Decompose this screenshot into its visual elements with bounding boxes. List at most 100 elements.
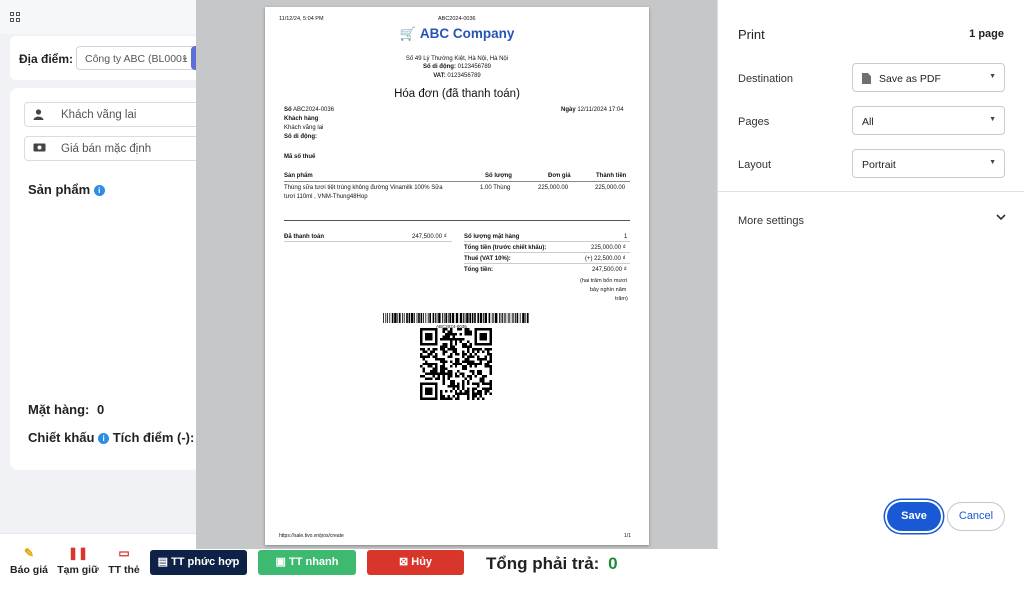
complex-pay-button[interactable]: ▤ TT phức hợp [150, 550, 247, 575]
quote-label: Báo giá [10, 564, 48, 576]
vat-value: 0123456789 [447, 73, 481, 79]
invoice-barcode [383, 313, 529, 323]
pages-label: Pages [738, 116, 770, 128]
item-name-line1: Thùng sữa tươi tiệt trùng không đường Vi… [284, 185, 443, 191]
money-icon [33, 143, 46, 155]
complex-pay-label: TT phức hợp [171, 556, 240, 568]
location-card: Địa điểm: Công ty ABC (BL0001 ⌄ [10, 36, 200, 80]
chevron-down-icon[interactable] [996, 212, 1006, 224]
products-label: Sản phẩm [28, 182, 91, 197]
customer-field[interactable]: Khách vãng lai [24, 102, 200, 127]
shopping-cart-icon: 🛒 [399, 26, 416, 41]
paid-rule [284, 241, 452, 242]
cancel-order-button[interactable]: ⊠ Hủy [367, 550, 464, 575]
grid-menu-icon[interactable] [10, 12, 22, 24]
summary-total-label: Tổng tiền: [464, 267, 493, 273]
summary-count-value: 1 [624, 234, 628, 240]
company-name: ABC Company [419, 26, 515, 41]
quick-pay-button[interactable]: ▣ TT nhanh [258, 550, 356, 575]
cancel-button[interactable]: Cancel [947, 502, 1005, 531]
save-button[interactable]: Save [887, 502, 941, 531]
invoice-title: Hóa đơn (đã thanh toán) [394, 88, 520, 100]
col-header-price: Đơn giá [548, 173, 571, 179]
card-pay-button[interactable]: ▭ TT thẻ [106, 546, 142, 576]
discount-summary: Chiết khấu i Tích điểm (-): [28, 430, 194, 445]
tax-code-label: Mã số thuế [284, 154, 316, 160]
layout-label: Layout [738, 159, 772, 171]
info-icon[interactable]: i [93, 185, 105, 196]
summary-rule-2 [464, 252, 630, 253]
paid-value: 247,500.00 ₫ [412, 234, 447, 240]
phone-value: 0123456789 [457, 64, 492, 70]
print-preview-area[interactable]: 11/12/24, 5:04 PM ABC2024-0036 🛒 ABC Comp… [196, 0, 717, 549]
document-icon [862, 73, 871, 84]
item-name-line2: tươi 110ml , VNM-Thung48Hop [284, 194, 368, 200]
discount-label: Chiết khấu [28, 430, 95, 445]
customer-placeholder: Khách vãng lai [61, 109, 137, 121]
location-label: Địa điểm: [19, 52, 74, 66]
caret-down-icon: ▼ [989, 159, 996, 166]
customer-name: Khách vãng lai [284, 125, 324, 131]
footer-url: https://sale.tivo.vn/pos/create [279, 533, 344, 539]
items-summary: Mặt hàng: 0 [28, 402, 104, 417]
items-count: 0 [97, 402, 105, 417]
total-due-value: 0 [608, 554, 618, 573]
hold-label: Tạm giữ [57, 564, 99, 576]
invoice-date-label: Ngày [561, 107, 576, 113]
products-heading: Sản phẩm i [28, 182, 105, 197]
chevron-down-icon: ⌄ [180, 52, 189, 63]
cash-icon: ▣ [275, 556, 286, 568]
footer-page: 1/1 [624, 533, 631, 539]
col-header-qty: Số lượng [485, 173, 512, 179]
summary-count-label: Số lượng mặt hàng [464, 234, 520, 240]
item-price: 225,000.00 [538, 185, 569, 191]
summary-rule-1 [464, 241, 630, 242]
print-title: Print [738, 27, 765, 42]
summary-subtotal-label: Tổng tiền (trước chiết khấu): [464, 245, 547, 251]
page-count: 1 page [969, 28, 1004, 40]
location-select[interactable]: Công ty ABC (BL0001 ⌄ [76, 46, 196, 70]
company-phone: Số di động: 0123456789 [265, 64, 649, 70]
layout-select[interactable]: Portrait ▼ [852, 149, 1005, 178]
company-vat: VAT: 0123456789 [265, 73, 649, 79]
price-list-field[interactable]: Giá bán mặc định [24, 136, 200, 161]
col-header-product: Sản phẩm [284, 173, 313, 179]
print-datetime: 11/12/24, 5:04 PM [279, 16, 324, 22]
layout-value: Portrait [862, 159, 896, 171]
pages-select[interactable]: All ▼ [852, 106, 1005, 135]
destination-label: Destination [738, 73, 794, 85]
customer-label: Khách hàng [284, 116, 319, 122]
hold-button[interactable]: ❚❚ Tạm giữ [56, 546, 100, 576]
invoice-number-value: ABC2024-0036 [293, 107, 335, 113]
invoice-date: Ngày 12/11/2024 17:04 [561, 107, 624, 113]
caret-down-icon: ▼ [989, 73, 996, 80]
pages-value: All [862, 116, 874, 128]
customer-phone-label: Số di động: [284, 134, 317, 140]
summary-tax-value: (+) 22,500.00 ₫ [585, 256, 626, 262]
info-icon[interactable]: i [98, 433, 110, 444]
location-value: Công ty ABC (BL0001 [85, 53, 188, 65]
summary-tax-label: Thuế (VAT 10%): [464, 256, 511, 262]
card-pay-label: TT thẻ [108, 564, 140, 576]
close-icon: ⊠ [398, 556, 409, 568]
more-settings-toggle[interactable]: More settings [738, 215, 804, 227]
totals-rule [284, 220, 630, 221]
summary-rule-3 [464, 263, 630, 264]
amount-words-2: bảy nghìn năm [590, 287, 627, 293]
summary-subtotal-value: 225,000.00 ₫ [591, 245, 626, 251]
quote-button[interactable]: ✎ Báo giá [10, 546, 48, 576]
paid-label: Đã thanh toán [284, 234, 324, 240]
destination-select[interactable]: Save as PDF ▼ [852, 63, 1005, 92]
item-amount: 225,000.00 [595, 185, 626, 191]
total-due: Tổng phải trả: 0 [486, 554, 618, 574]
user-icon [33, 109, 44, 123]
points-label: Tích điểm (-): [112, 430, 195, 445]
price-list-placeholder: Giá bán mặc định [61, 143, 152, 155]
invoice-qr-code [420, 328, 492, 400]
table-header-rule [284, 181, 630, 182]
items-label: Mặt hàng: [28, 402, 90, 417]
credit-card-icon: ▭ [118, 546, 130, 560]
invoice-page: 11/12/24, 5:04 PM ABC2024-0036 🛒 ABC Comp… [265, 7, 649, 545]
print-header-code: ABC2024-0036 [438, 16, 476, 22]
panel-divider [718, 191, 1024, 192]
